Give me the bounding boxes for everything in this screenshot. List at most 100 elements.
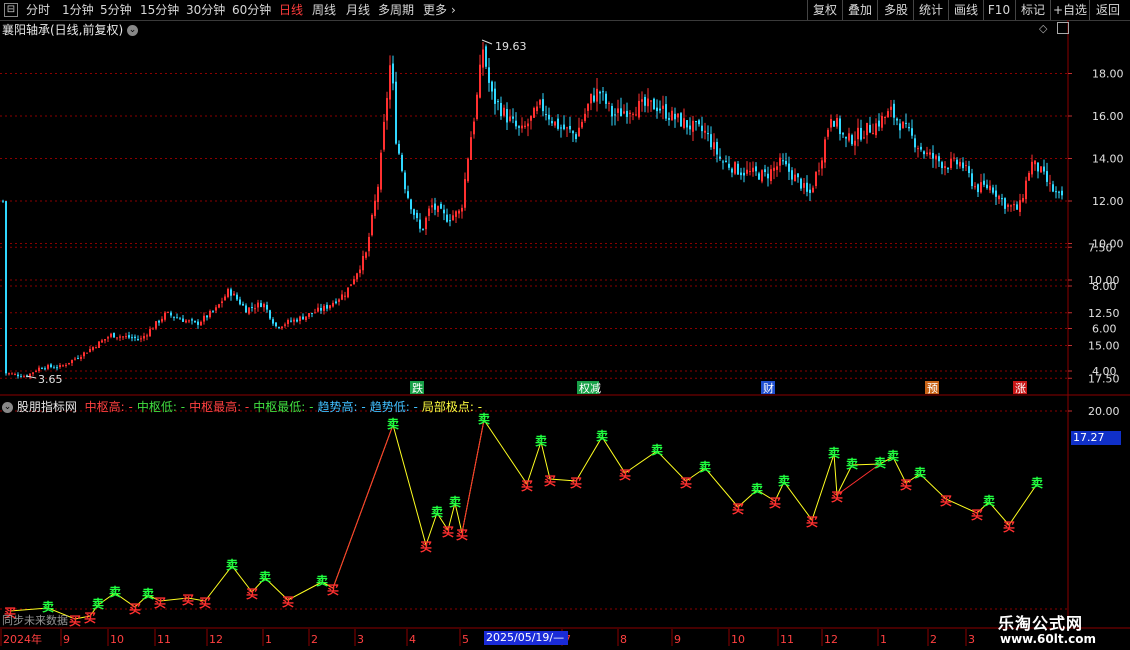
candle-body [374,200,376,216]
sell-signal-label: 卖 [92,596,104,611]
candle-body [908,126,910,129]
candle-body [176,317,178,319]
candle-body [479,64,481,98]
sell-signal-label: 卖 [874,455,886,470]
buy-signal-label: 买 [570,476,582,490]
candle-body [668,118,670,120]
candle-body [440,203,442,209]
candle-body [941,162,943,169]
candle-body [884,117,886,119]
candle-body [446,214,448,222]
current-value-box: 17.27 [1071,431,1121,445]
candle-body [734,162,736,174]
candle-body [647,98,649,107]
candle-body [923,151,925,155]
sell-signal-label: 卖 [109,584,121,599]
candle-body [953,157,955,159]
chevron-down-icon[interactable]: ⌄ [127,25,139,36]
candle-body [227,288,229,297]
candle-body [284,324,286,326]
panel-toggle-icon[interactable] [1057,22,1069,34]
sell-signal-label: 卖 [651,442,663,457]
candle-body [797,173,799,178]
candle-body [932,152,934,159]
indicator-y-tick-label: 7.50 [1088,241,1113,254]
chart-canvas[interactable]: 18.0016.0014.0012.0010.008.006.004.0020.… [0,0,1130,650]
candle-body [866,122,868,136]
candle-body [659,108,661,111]
candle-body [872,132,874,135]
candle-body [812,187,814,193]
candle-body [11,373,13,375]
diamond-icon[interactable]: ◇ [1039,22,1047,35]
candle-body [125,336,127,338]
candle-body [605,93,607,104]
event-tag-label: 权减 [579,382,601,395]
candle-body [911,128,913,136]
candle-body [719,156,721,159]
candle-body [491,81,493,92]
candle-body [716,142,718,155]
candle-body [329,305,331,309]
buy-signal-label: 买 [900,478,912,492]
candle-body [152,328,154,330]
candle-body [782,160,784,162]
candle-body [239,299,241,305]
candle-body [242,303,244,306]
candle-body [1031,161,1033,175]
main-y-tick-label: 12.00 [1092,195,1124,208]
cursor-date: 2025/05/19/— [484,631,568,645]
candle-body [119,336,121,338]
time-axis-label: 9 [674,633,681,646]
chevron-down-icon[interactable]: ⌄ [2,402,13,413]
candle-body [878,120,880,127]
high-price-label: 19.63 [495,40,527,53]
candle-body [572,131,574,134]
candle-body [212,310,214,312]
candle-body [20,376,22,378]
candle-body [320,307,322,311]
candle-body [8,373,10,375]
candle-body [482,49,484,68]
candle-body [611,106,613,117]
candle-body [206,315,208,318]
candle-body [518,126,520,128]
candle-body [833,120,835,127]
candle-body [986,184,988,189]
candle-body [293,319,295,322]
buy-signal-label: 买 [831,490,843,504]
candle-body [632,113,634,115]
sell-signal-label: 卖 [983,493,995,508]
candle-body [5,201,7,374]
legend-item-3: 中枢最低: - [253,400,314,414]
buy-signal-label: 买 [327,583,339,597]
candle-body [788,163,790,172]
candle-body [839,118,841,135]
candle-body [389,65,391,100]
candle-body [698,120,700,125]
time-axis-label: 2024年 [3,632,42,646]
candle-body [1037,162,1039,172]
candle-body [452,215,454,221]
candle-body [1016,204,1018,210]
candle-body [875,123,877,136]
time-axis-label: 12 [209,633,223,646]
time-axis-label: 9 [63,633,70,646]
candle-body [728,163,730,168]
candle-body [500,102,502,117]
candle-body [77,358,79,360]
sell-signal-label: 卖 [828,445,840,460]
candle-body [44,368,46,370]
candle-body [548,114,550,120]
stock-title-text: 襄阳轴承(日线,前复权) [2,23,124,37]
sell-signal-label: 卖 [387,416,399,431]
candle-body [1013,204,1015,206]
candle-body [758,173,760,180]
candle-body [131,337,133,339]
candle-body [563,124,565,130]
candle-body [494,88,496,104]
candle-body [260,303,262,307]
candle-body [842,133,844,135]
candle-body [530,115,532,121]
candle-body [35,370,37,372]
